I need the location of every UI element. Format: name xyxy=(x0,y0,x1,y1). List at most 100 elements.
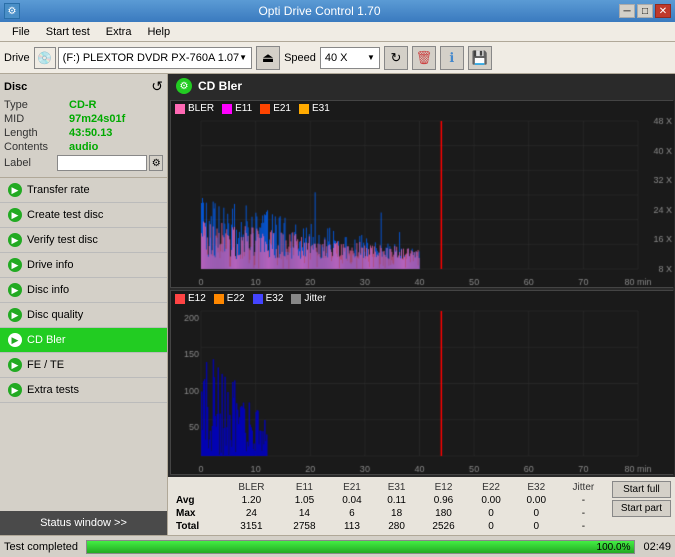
col-bler: BLER xyxy=(223,481,279,494)
disc-panel: Disc ↺ Type CD-R MID 97m24s01f Length 43… xyxy=(0,74,167,178)
total-jitter: - xyxy=(559,520,608,533)
avg-label: Avg xyxy=(172,494,223,507)
drive-dropdown[interactable]: (F:) PLEXTOR DVDR PX-760A 1.07 ▼ xyxy=(58,47,252,69)
menu-help[interactable]: Help xyxy=(139,24,178,40)
col-jitter: Jitter xyxy=(559,481,608,494)
minimize-button[interactable]: ─ xyxy=(619,4,635,18)
nav-item-disc-quality[interactable]: ▶ Disc quality xyxy=(0,303,167,328)
info-button[interactable]: ℹ xyxy=(440,46,464,70)
stats-max-row: Max 24 14 6 18 180 0 0 - xyxy=(172,507,608,520)
disc-type-value: CD-R xyxy=(69,99,97,111)
progress-text: 100.0% xyxy=(597,541,631,555)
legend-e32: E32 xyxy=(253,293,284,304)
nav-item-disc-info[interactable]: ▶ Disc info xyxy=(0,278,167,303)
disc-mid-value: 97m24s01f xyxy=(69,113,125,125)
nav-label-drive-info: Drive info xyxy=(27,259,73,271)
max-bler: 24 xyxy=(223,507,279,520)
col-e11: E11 xyxy=(280,481,330,494)
disc-length-value: 43:50.13 xyxy=(69,127,112,139)
disc-contents-label: Contents xyxy=(4,141,69,153)
progress-bar: 100.0% xyxy=(86,540,635,554)
disc-refresh-icon[interactable]: ↺ xyxy=(151,78,163,95)
chart-title-icon: ⚙ xyxy=(176,78,192,94)
col-e22: E22 xyxy=(468,481,513,494)
nav-item-create-test-disc[interactable]: ▶ Create test disc xyxy=(0,203,167,228)
bottom-chart: E12 E22 E32 Jitter xyxy=(170,290,673,475)
status-time: 02:49 xyxy=(643,541,671,553)
nav-icon-transfer-rate: ▶ xyxy=(8,183,22,197)
speed-label: Speed xyxy=(284,52,316,64)
status-text: Test completed xyxy=(4,541,78,553)
nav-icon-drive-info: ▶ xyxy=(8,258,22,272)
menu-start-test[interactable]: Start test xyxy=(38,24,98,40)
max-e31: 18 xyxy=(375,507,419,520)
nav-item-fe-te[interactable]: ▶ FE / TE xyxy=(0,353,167,378)
nav-label-cd-bler: CD Bler xyxy=(27,334,66,346)
legend-jitter-label: Jitter xyxy=(304,293,326,304)
nav-icon-fe-te: ▶ xyxy=(8,358,22,372)
total-bler: 3151 xyxy=(223,520,279,533)
nav-item-verify-test-disc[interactable]: ▶ Verify test disc xyxy=(0,228,167,253)
status-bar: Test completed 100.0% 02:49 xyxy=(0,535,675,557)
menu-file[interactable]: File xyxy=(4,24,38,40)
stats-header-row: BLER E11 E21 E31 E12 E22 E32 Jitter xyxy=(172,481,608,494)
stats-table: BLER E11 E21 E31 E12 E22 E32 Jitter Avg … xyxy=(172,481,608,533)
save-button[interactable]: 💾 xyxy=(468,46,492,70)
avg-e32: 0.00 xyxy=(514,494,559,507)
nav-item-drive-info[interactable]: ▶ Drive info xyxy=(0,253,167,278)
refresh-button[interactable]: ↻ xyxy=(384,46,408,70)
max-jitter: - xyxy=(559,507,608,520)
start-part-button[interactable]: Start part xyxy=(612,500,671,517)
eject-button[interactable]: ⏏ xyxy=(256,46,280,70)
legend-e11: E11 xyxy=(222,103,252,114)
col-e12: E12 xyxy=(419,481,469,494)
nav-icon-verify-test-disc: ▶ xyxy=(8,233,22,247)
chevron-down-icon-speed: ▼ xyxy=(367,53,375,62)
nav-label-fe-te: FE / TE xyxy=(27,359,64,371)
nav-items: ▶ Transfer rate ▶ Create test disc ▶ Ver… xyxy=(0,178,167,403)
nav-label-create-test-disc: Create test disc xyxy=(27,209,103,221)
nav-item-cd-bler[interactable]: ▶ CD Bler xyxy=(0,328,167,353)
nav-item-transfer-rate[interactable]: ▶ Transfer rate xyxy=(0,178,167,203)
legend-jitter: Jitter xyxy=(291,293,326,304)
total-e21: 113 xyxy=(329,520,374,533)
col-e31: E31 xyxy=(375,481,419,494)
nav-item-extra-tests[interactable]: ▶ Extra tests xyxy=(0,378,167,403)
nav-icon-create-test-disc: ▶ xyxy=(8,208,22,222)
top-chart-canvas xyxy=(171,101,674,287)
top-chart: BLER E11 E21 E31 xyxy=(170,100,673,288)
disc-mid-row: MID 97m24s01f xyxy=(4,113,163,125)
legend-e31-label: E31 xyxy=(312,103,330,114)
total-e32: 0 xyxy=(514,520,559,533)
chart-header: ⚙ CD Bler xyxy=(168,74,675,98)
disc-label-input[interactable] xyxy=(57,155,147,171)
main-content: Disc ↺ Type CD-R MID 97m24s01f Length 43… xyxy=(0,74,675,535)
close-button[interactable]: ✕ xyxy=(655,4,671,18)
status-window-button[interactable]: Status window >> xyxy=(0,511,167,535)
max-e22: 0 xyxy=(468,507,513,520)
menu-extra[interactable]: Extra xyxy=(98,24,140,40)
legend-e32-label: E32 xyxy=(266,293,284,304)
legend-e11-label: E11 xyxy=(235,103,252,114)
start-full-button[interactable]: Start full xyxy=(612,481,671,498)
title-bar: ⚙ Opti Drive Control 1.70 ─ □ ✕ xyxy=(0,0,675,22)
disc-label-row: Label ⚙ xyxy=(4,155,163,171)
col-e21: E21 xyxy=(329,481,374,494)
disc-label-label: Label xyxy=(4,157,57,169)
drive-select: 💿 (F:) PLEXTOR DVDR PX-760A 1.07 ▼ xyxy=(34,47,252,69)
legend-e12-label: E12 xyxy=(188,293,206,304)
avg-bler: 1.20 xyxy=(223,494,279,507)
avg-jitter: - xyxy=(559,494,608,507)
toolbar: Drive 💿 (F:) PLEXTOR DVDR PX-760A 1.07 ▼… xyxy=(0,42,675,74)
legend-e22: E22 xyxy=(214,293,245,304)
erase-button[interactable]: 🗑 xyxy=(412,46,436,70)
max-e12: 180 xyxy=(419,507,469,520)
maximize-button[interactable]: □ xyxy=(637,4,653,18)
avg-e11: 1.05 xyxy=(280,494,330,507)
progress-fill xyxy=(87,541,634,553)
legend-e21: E21 xyxy=(260,103,291,114)
max-e11: 14 xyxy=(280,507,330,520)
settings-icon[interactable]: ⚙ xyxy=(149,155,163,171)
speed-dropdown[interactable]: 40 X ▼ xyxy=(320,47,380,69)
nav-label-transfer-rate: Transfer rate xyxy=(27,184,90,196)
